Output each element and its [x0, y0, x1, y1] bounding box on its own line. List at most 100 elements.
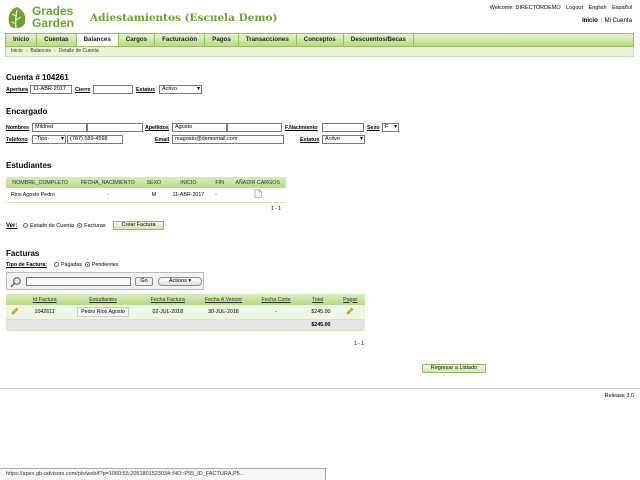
- col-inicio[interactable]: INICIO: [166, 177, 211, 188]
- report-search-bar: Go Actions ▾: [6, 272, 204, 290]
- tab-cuentas[interactable]: Cuentas: [37, 34, 77, 46]
- ver-radio-group: Estado de Cuenta Facturas: [23, 223, 106, 229]
- app-title: Adiestamientos (Escuela Demo): [90, 12, 278, 24]
- ver-label: Ver:: [6, 223, 18, 229]
- tab-inicio[interactable]: Inicio: [6, 34, 38, 46]
- col-estudiantes[interactable]: Estudiantes: [65, 294, 141, 305]
- logo-text: Grades Garden: [32, 5, 74, 29]
- col-nombre-completo[interactable]: NOMBRE_COMPLETO: [6, 177, 75, 188]
- apellido-materno-input[interactable]: [227, 123, 282, 132]
- tab-descuentos-becas[interactable]: Descuentos/Becas: [344, 34, 414, 46]
- regresar-listado-button[interactable]: Regresar a Listado: [422, 364, 486, 373]
- estudiante-fecha-nacimiento: -: [74, 188, 142, 203]
- factura-fecha: 02-JUL-2018: [140, 305, 195, 320]
- col-edit: [6, 294, 24, 305]
- apellido-paterno-input[interactable]: Agosto: [172, 123, 227, 132]
- main-tabs: Inicio Cuentas Balances Cargos Facturaci…: [5, 33, 634, 47]
- col-fecha-factura[interactable]: Fecha Factura: [140, 294, 195, 305]
- leaf-logo-icon: [8, 7, 26, 29]
- cierre-label: Cierre: [75, 87, 91, 93]
- estudiantes-table: NOMBRE_COMPLETO FECHA_NACIMIENTO SEXO IN…: [6, 177, 286, 203]
- anadir-cargos-cell: [229, 188, 286, 203]
- search-icon[interactable]: [10, 276, 22, 288]
- breadcrumb-inicio[interactable]: Inicio: [11, 48, 23, 54]
- col-fin[interactable]: FIN: [210, 177, 230, 188]
- facturas-radio-label: Facturas: [84, 223, 106, 229]
- tab-cargos[interactable]: Cargos: [119, 34, 156, 46]
- table-row: 1042611 Pedro Rios Agosto 02-JUL-2018 30…: [6, 305, 365, 320]
- facturas-table: Id Factura Estudiantes Fecha Factura Fec…: [6, 294, 365, 331]
- facturas-header-row: Id Factura Estudiantes Fecha Factura Fec…: [6, 294, 365, 305]
- encargado-estatus-label: Estatus: [300, 137, 320, 143]
- document-icon[interactable]: [254, 189, 262, 199]
- breadcrumb-balances[interactable]: Balances: [30, 48, 51, 54]
- estudiante-nombre: Rios Agosto Pedro: [6, 188, 75, 203]
- facturas-pager: 1 - 1: [354, 341, 365, 347]
- release-text: Release 3.0: [604, 393, 634, 399]
- factura-id: 1042611: [24, 305, 66, 320]
- telefono-tipo-select[interactable]: -Tipo-: [32, 135, 66, 144]
- tab-conceptos[interactable]: Conceptos: [297, 34, 344, 46]
- tab-balances[interactable]: Balances: [76, 34, 119, 46]
- factura-fecha-corte: -: [252, 305, 300, 320]
- edit-pencil-icon[interactable]: [11, 307, 19, 315]
- pagadas-radio[interactable]: [54, 262, 59, 268]
- logout-link[interactable]: Logout: [566, 5, 583, 11]
- factura-estudiante-chip[interactable]: Pedro Rios Agosto: [77, 306, 129, 317]
- telefono-label: Teléfono: [6, 137, 28, 143]
- col-id-factura[interactable]: Id Factura: [24, 294, 66, 305]
- tab-facturacion[interactable]: Facturación: [155, 34, 206, 46]
- estatus-select[interactable]: Activo: [159, 85, 202, 94]
- apertura-input[interactable]: 11-ABR-2017: [30, 85, 72, 94]
- tab-pagos[interactable]: Pagos: [205, 34, 239, 46]
- col-sexo[interactable]: SEXO: [141, 177, 167, 188]
- estudiante-sexo: M: [141, 188, 167, 203]
- mi-cuenta-link[interactable]: Mi Cuenta: [605, 18, 632, 24]
- apellidos-label: Apellidos: [145, 125, 169, 131]
- segundo-nombre-input[interactable]: [87, 123, 143, 132]
- factura-total: $245.00: [299, 305, 336, 320]
- facturas-title: Facturas: [6, 249, 40, 258]
- estudiantes-header-row: NOMBRE_COMPLETO FECHA_NACIMIENTO SEXO IN…: [6, 177, 286, 188]
- facturas-total: $245.00: [299, 319, 336, 331]
- tab-transacciones[interactable]: Transacciones: [239, 34, 297, 46]
- sexo-select[interactable]: F: [382, 123, 399, 132]
- user-nav: Inicio | Mi Cuenta: [582, 18, 632, 24]
- grades-garden-logo[interactable]: Grades Garden: [6, 5, 86, 31]
- factura-fecha-vencer: 30-JUL-2018: [194, 305, 253, 320]
- inicio-link[interactable]: Inicio: [582, 18, 598, 24]
- nav-separator: |: [600, 18, 602, 24]
- report-search-input[interactable]: [26, 277, 131, 286]
- actions-menu-button[interactable]: Actions ▾: [158, 277, 202, 286]
- apertura-label: Apertura: [6, 87, 29, 93]
- col-fecha-corte[interactable]: Fecha Corte: [252, 294, 300, 305]
- pendientes-radio[interactable]: [84, 262, 90, 268]
- sexo-label: Sexo: [367, 125, 380, 131]
- facturas-radio[interactable]: [77, 223, 83, 229]
- col-fecha-nacimiento[interactable]: FECHA_NACIMIENTO: [74, 177, 142, 188]
- table-row: Rios Agosto Pedro - M 11-ABR-2017 -: [6, 188, 286, 203]
- nombres-input[interactable]: Mildred: [32, 123, 87, 132]
- col-pagar[interactable]: Pagar: [335, 294, 365, 305]
- top-links: Welcome: DIRECTORDEMO Logout English Esp…: [486, 5, 632, 11]
- breadcrumb-detalle: Detalle de Cuenta: [58, 48, 99, 54]
- cierre-input[interactable]: [93, 85, 133, 94]
- espanol-link[interactable]: Español: [612, 5, 632, 11]
- crear-factura-button[interactable]: Crear Factura: [113, 221, 164, 230]
- pagar-pencil-icon[interactable]: [346, 307, 354, 315]
- estudiante-inicio: 11-ABR-2017: [166, 188, 211, 203]
- pagadas-label: Pagadas: [61, 262, 82, 268]
- nacimiento-input[interactable]: [322, 123, 364, 132]
- estado-cuenta-radio[interactable]: [23, 223, 28, 229]
- email-input[interactable]: magosto@demomail.com: [172, 135, 284, 144]
- english-link[interactable]: English: [589, 5, 607, 11]
- col-fecha-vencer[interactable]: Fecha A Vencer: [194, 294, 253, 305]
- nombres-label: Nombres: [6, 125, 29, 131]
- col-anadir-cargos[interactable]: AÑADIR CARGOS: [229, 177, 286, 188]
- factura-estudiante: Pedro Rios Agosto: [65, 305, 141, 320]
- encargado-estatus-select[interactable]: Activo: [322, 135, 365, 144]
- col-total[interactable]: Total: [299, 294, 336, 305]
- go-button[interactable]: Go: [135, 277, 153, 286]
- cuenta-title: Cuenta # 104261: [6, 73, 69, 82]
- telefono-input[interactable]: (787) 589-4598: [67, 135, 123, 144]
